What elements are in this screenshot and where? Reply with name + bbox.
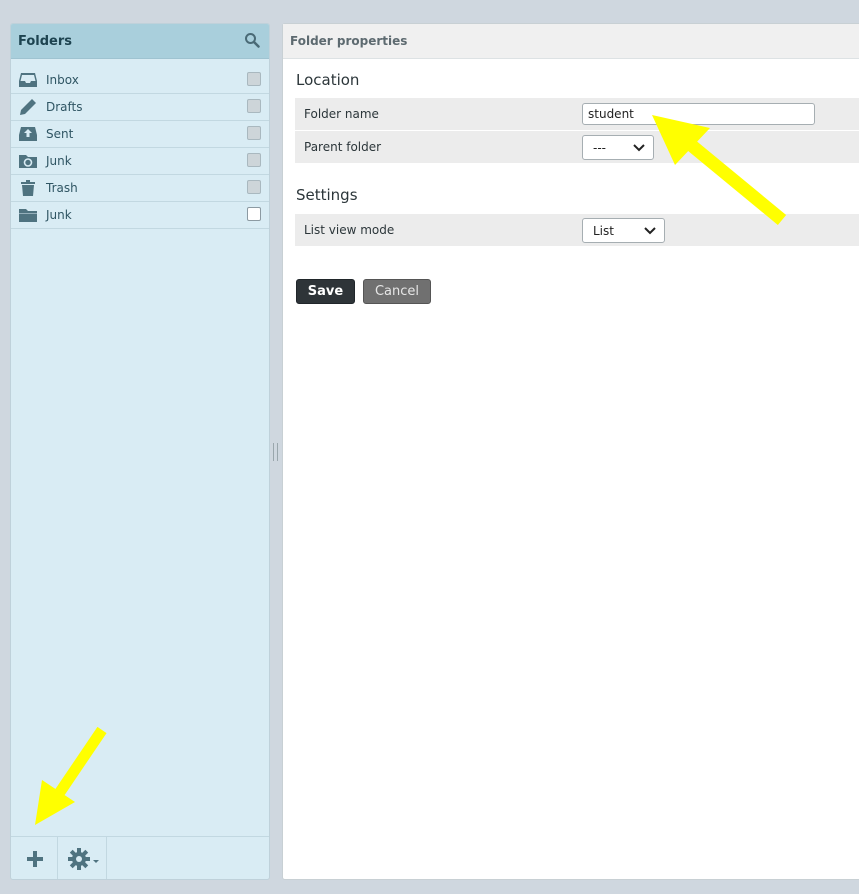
properties-title: Folder properties (290, 34, 408, 48)
folder-item-label: Drafts (46, 100, 83, 114)
save-button[interactable]: Save (296, 279, 355, 304)
folder-list: Inbox Drafts Sent Junk Trash Junk (11, 67, 269, 229)
subscribe-checkbox[interactable] (247, 207, 261, 221)
folder-actions-menu-button[interactable] (58, 837, 107, 879)
annotation-arrow-icon (652, 115, 787, 226)
list-view-mode-label: List view mode (304, 223, 395, 237)
folder-item-label: Junk (46, 208, 72, 222)
subscribe-checkbox[interactable] (247, 180, 261, 194)
annotation-arrow-icon (35, 726, 107, 825)
parent-folder-label: Parent folder (304, 140, 382, 154)
plus-icon (27, 851, 43, 867)
list-view-mode-value: List (593, 224, 614, 238)
cancel-button[interactable]: Cancel (363, 279, 431, 304)
folder-item-trash[interactable]: Trash (11, 175, 269, 202)
subscribe-checkbox[interactable] (247, 99, 261, 113)
location-heading: Location (296, 71, 360, 89)
subscribe-checkbox[interactable] (247, 153, 261, 167)
folder-item-label: Sent (46, 127, 74, 141)
folders-title: Folders (18, 34, 73, 49)
settings-heading: Settings (296, 186, 358, 204)
folders-footer (11, 836, 269, 879)
gear-icon (68, 848, 99, 870)
parent-folder-value: --- (593, 141, 606, 155)
folder-item-inbox[interactable]: Inbox (11, 67, 269, 94)
folder-item-drafts[interactable]: Drafts (11, 94, 269, 121)
folder-item-label: Junk (46, 154, 72, 168)
trash-icon (21, 180, 35, 196)
folder-item-junk[interactable]: Junk (11, 148, 269, 175)
add-folder-button[interactable] (11, 837, 58, 879)
folders-header: Folders (11, 24, 269, 59)
sent-icon (19, 127, 37, 141)
folder-name-label: Folder name (304, 107, 379, 121)
subscribe-checkbox[interactable] (247, 126, 261, 140)
folder-icon (19, 209, 37, 222)
subscribe-checkbox[interactable] (247, 72, 261, 86)
search-icon[interactable] (244, 32, 260, 48)
inbox-icon (19, 73, 37, 87)
properties-header: Folder properties (283, 24, 859, 59)
folder-item-label: Inbox (46, 73, 79, 87)
folder-item-label: Trash (46, 181, 78, 195)
folder-item-sent[interactable]: Sent (11, 121, 269, 148)
junk-icon (19, 155, 37, 168)
pencil-icon (20, 99, 36, 115)
panel-splitter-handle[interactable] (273, 443, 278, 461)
folder-item-junk-custom[interactable]: Junk (11, 202, 269, 229)
